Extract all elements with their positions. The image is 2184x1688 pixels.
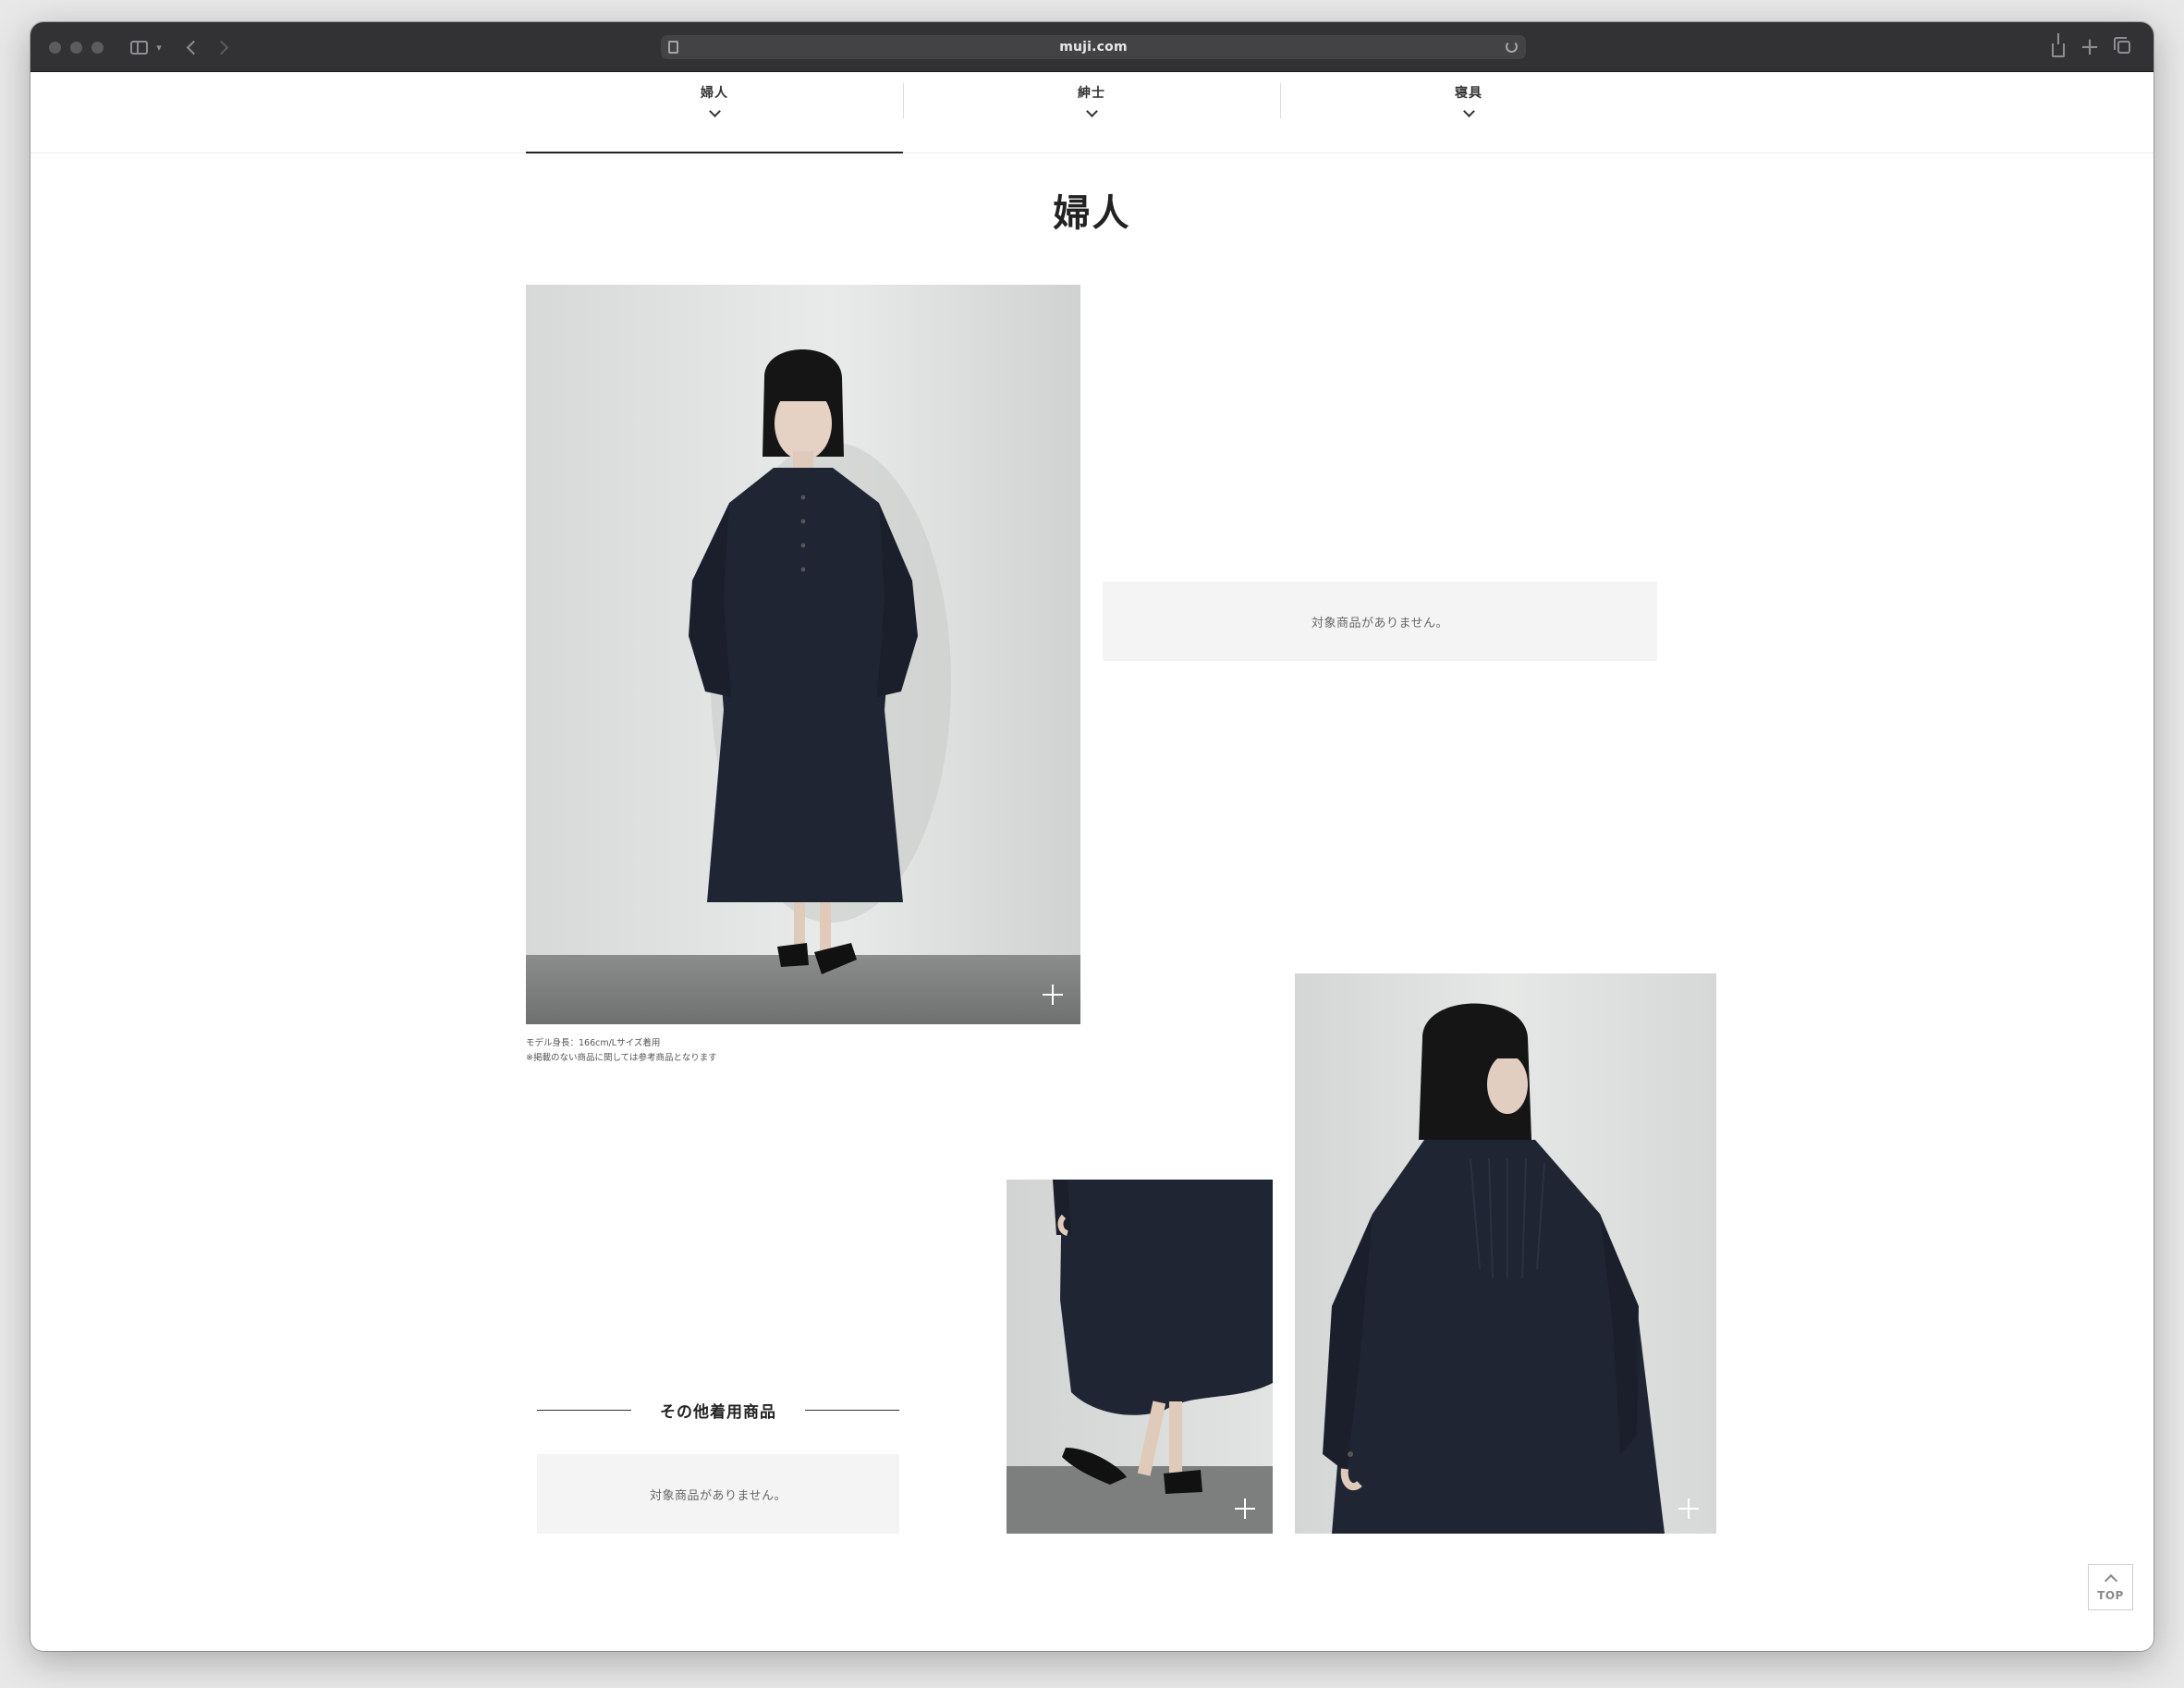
chevron-down-icon: [708, 105, 721, 117]
other-items-title: その他着用商品: [660, 1402, 776, 1422]
page-icon[interactable]: [668, 41, 678, 54]
other-items-empty-box: 対象商品がありません。: [537, 1454, 899, 1534]
skirt-detail-image: [1007, 1180, 1273, 1534]
no-products-box: 対象商品がありません。: [1103, 581, 1657, 661]
chevron-down-icon: [1462, 105, 1475, 117]
address-bar[interactable]: muji.com: [661, 35, 1526, 59]
forward-button[interactable]: [210, 35, 238, 59]
share-icon: [2052, 32, 2065, 57]
back-button[interactable]: [177, 35, 204, 59]
share-button[interactable]: [2047, 32, 2069, 59]
browser-window: ▾ muji.com + 婦人 紳士 寝具 婦人 モデル身長：166cm/Lサイ…: [31, 22, 2153, 1651]
sidebar-menu-chevron-icon[interactable]: ▾: [153, 35, 165, 59]
back-view-photo[interactable]: [1295, 973, 1716, 1534]
sidebar-toggle-button[interactable]: [120, 35, 157, 59]
back-to-top-button[interactable]: TOP: [2088, 1564, 2133, 1610]
back-icon: [186, 40, 201, 55]
plus-icon[interactable]: [1678, 1498, 1699, 1519]
zoom-window-button[interactable]: [92, 42, 104, 54]
plus-icon[interactable]: [1043, 985, 1063, 1005]
main-look-photo[interactable]: [526, 285, 1080, 1024]
other-items-heading: その他着用商品: [537, 1396, 899, 1424]
page-viewport: 婦人 紳士 寝具 婦人 モデル身長：166cm/Lサイズ着用 ※掲載のない商品に…: [31, 72, 2153, 1651]
caption-reference-note: ※掲載のない商品に関しては参考商品となります: [526, 1053, 717, 1063]
new-tab-icon[interactable]: +: [2079, 35, 2101, 59]
back-view-image: [1295, 973, 1716, 1534]
tab-men-label: 紳士: [1078, 86, 1105, 101]
sidebar-icon: [129, 40, 148, 55]
forward-icon: [214, 40, 228, 55]
back-to-top-label: TOP: [2097, 1589, 2124, 1602]
plus-icon[interactable]: [1235, 1498, 1255, 1519]
window-controls: [49, 42, 104, 54]
chevron-down-icon: [1085, 105, 1098, 117]
tab-men[interactable]: 紳士: [903, 72, 1280, 153]
heading-rule: [805, 1409, 899, 1411]
tab-women[interactable]: 婦人: [526, 72, 903, 153]
model-caption: モデル身長：166cm/Lサイズ着用 ※掲載のない商品に関しては参考商品となりま…: [526, 1036, 717, 1066]
tab-bedding[interactable]: 寝具: [1280, 72, 1657, 153]
close-window-button[interactable]: [49, 42, 61, 54]
tabs-overview-button[interactable]: [2113, 35, 2135, 59]
tabs-overview-icon: [2114, 37, 2130, 54]
tab-women-label: 婦人: [701, 86, 728, 101]
tab-bedding-label: 寝具: [1455, 86, 1482, 101]
category-nav: 婦人 紳士 寝具: [31, 72, 2153, 153]
minimize-window-button[interactable]: [70, 42, 82, 54]
model-full-length-image: [526, 285, 1080, 1024]
reload-icon[interactable]: [1506, 41, 1518, 53]
skirt-detail-photo[interactable]: [1007, 1180, 1273, 1534]
url-text: muji.com: [1059, 40, 1128, 55]
caption-model-size: モデル身長：166cm/Lサイズ着用: [526, 1038, 661, 1048]
page-title: 婦人: [1053, 191, 1131, 235]
heading-rule: [537, 1409, 631, 1411]
arrow-up-icon: [2104, 1573, 2117, 1588]
browser-toolbar: ▾ muji.com +: [31, 22, 2153, 72]
